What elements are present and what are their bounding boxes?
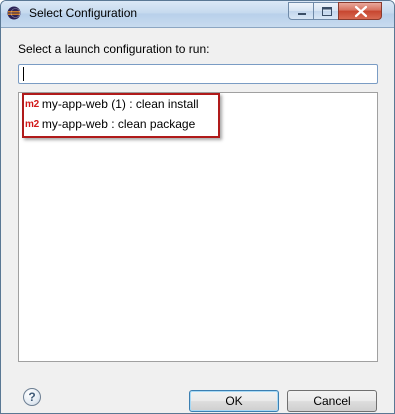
cancel-button[interactable]: Cancel (287, 390, 377, 412)
minimize-icon (298, 13, 306, 15)
window-title: Select Configuration (29, 6, 138, 20)
maximize-button[interactable] (313, 2, 339, 20)
maven-m2-icon: m2 (25, 98, 39, 110)
close-button[interactable] (338, 2, 382, 20)
maximize-icon (322, 7, 332, 16)
select-configuration-dialog: Select Configuration Select a launch con… (0, 0, 395, 414)
help-icon[interactable]: ? (23, 388, 41, 406)
minimize-button[interactable] (288, 2, 314, 20)
close-icon (354, 5, 368, 18)
list-item-label: my-app-web : clean package (41, 117, 196, 131)
list-item-label: my-app-web (1) : clean install (41, 97, 199, 111)
list-item[interactable]: m2 my-app-web : clean package (25, 115, 195, 133)
maven-m2-icon: m2 (25, 118, 39, 130)
filter-input[interactable] (18, 64, 378, 84)
ok-button[interactable]: OK (189, 390, 279, 412)
prompt-label: Select a launch configuration to run: (18, 42, 210, 56)
list-item[interactable]: m2 my-app-web (1) : clean install (25, 95, 199, 113)
title-bar[interactable]: Select Configuration (1, 1, 394, 28)
eclipse-icon (7, 6, 21, 20)
text-caret (23, 67, 24, 81)
